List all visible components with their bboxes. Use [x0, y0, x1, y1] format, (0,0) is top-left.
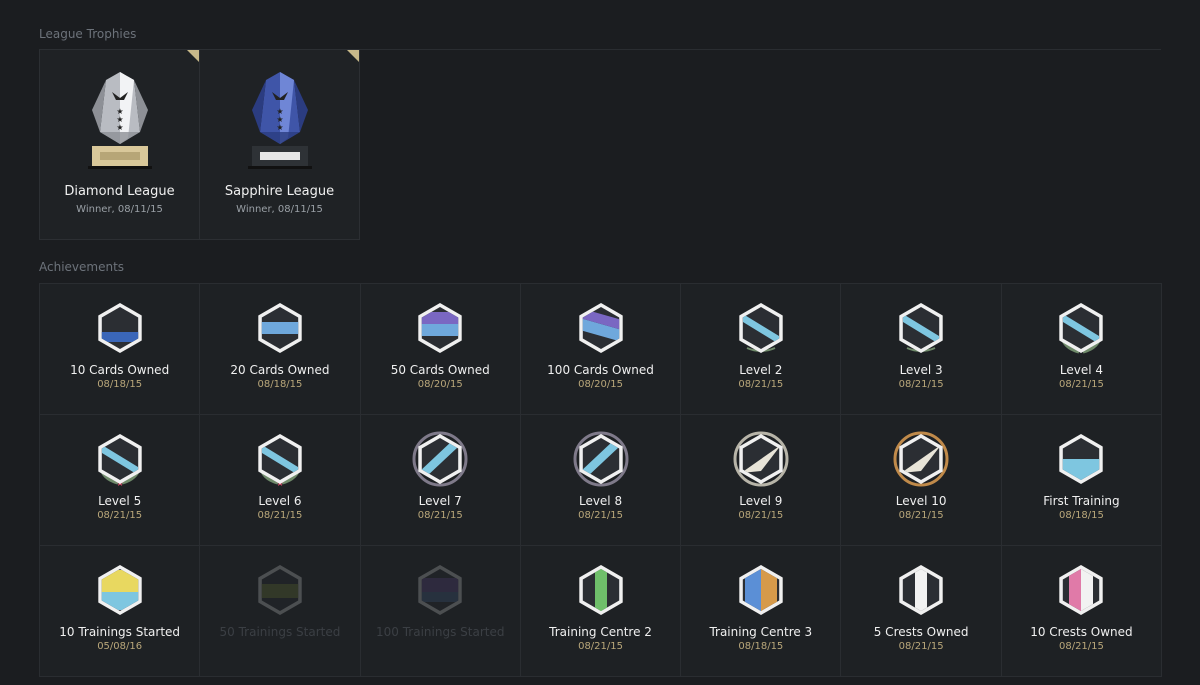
- level-shield-badge-icon: [361, 431, 520, 487]
- svg-text:★: ★: [116, 123, 123, 132]
- achievement-tile[interactable]: Level 2 08/21/15: [681, 284, 842, 415]
- achievement-tile[interactable]: Level 9 08/21/15: [681, 415, 842, 546]
- achievement-date: 08/21/15: [417, 510, 463, 521]
- achievement-tile[interactable]: Level 8 08/21/15: [520, 415, 682, 546]
- achievement-tile[interactable]: ★ Level 5 08/21/15: [40, 415, 201, 546]
- achievement-name: 100 Cards Owned: [547, 363, 654, 377]
- level-small-badge-icon: [841, 300, 1000, 356]
- achievement-date: 08/18/15: [97, 379, 143, 390]
- achievement-date: 05/08/16: [97, 641, 143, 652]
- crest-pink-badge-icon: [1002, 562, 1161, 618]
- new-corner-marker: [347, 50, 359, 62]
- achievement-tile[interactable]: 10 Trainings Started 05/08/16: [40, 546, 201, 677]
- achievement-date: 08/20/15: [417, 379, 463, 390]
- achievement-name: First Training: [1043, 494, 1120, 508]
- achievement-name: 5 Crests Owned: [873, 625, 969, 639]
- centre-green-badge-icon: [521, 562, 680, 618]
- achievement-name: Training Centre 3: [709, 625, 813, 639]
- achievement-tile[interactable]: Level 4 08/21/15: [1001, 284, 1163, 415]
- achievement-name: 100 Trainings Started: [376, 625, 505, 639]
- achievement-date: 08/21/15: [738, 379, 784, 390]
- achievements-grid: 10 Cards Owned 08/18/15 20 Cards Owned 0…: [39, 283, 1163, 677]
- trophy-list: ★ ★ ★ Diamond League Winner, 08/11/15 ★ …: [39, 49, 360, 240]
- achievement-tile[interactable]: 10 Cards Owned 08/18/15: [40, 284, 201, 415]
- cards-1-badge-icon: [40, 300, 199, 356]
- level-gold-badge-icon: [841, 431, 1000, 487]
- centre-blue-orange-badge-icon: [681, 562, 840, 618]
- achievement-date: 08/18/15: [1058, 510, 1104, 521]
- achievement-tile[interactable]: Level 3 08/21/15: [841, 284, 1002, 415]
- level-shield-badge-icon: [521, 431, 680, 487]
- achievement-date: 08/21/15: [1058, 379, 1104, 390]
- training-locked-b-badge-icon: [361, 562, 520, 618]
- achievement-date: 08/21/15: [898, 379, 944, 390]
- achievement-date: 08/21/15: [738, 510, 784, 521]
- achievement-date: 08/21/15: [898, 641, 944, 652]
- level-silver-badge-icon: [681, 431, 840, 487]
- achievement-date: 08/21/15: [1058, 641, 1104, 652]
- achievement-tile[interactable]: 100 Cards Owned 08/20/15: [520, 284, 682, 415]
- achievement-name: Level 5: [98, 494, 142, 508]
- new-corner-marker: [187, 50, 199, 62]
- achievement-name: Level 3: [899, 363, 943, 377]
- cards-4-badge-icon: [521, 300, 680, 356]
- profile-page: League Trophies ★ ★ ★ Diamond League Win…: [0, 0, 1200, 685]
- achievement-tile[interactable]: 50 Cards Owned 08/20/15: [360, 284, 521, 415]
- achievements-heading: Achievements: [39, 260, 125, 274]
- achievement-date: 08/21/15: [898, 510, 944, 521]
- level-wreath-star-badge-icon: ★: [40, 431, 199, 489]
- achievement-name: Level 6: [258, 494, 302, 508]
- diamond-trophy-icon: ★ ★ ★: [40, 70, 199, 172]
- achievement-name: Level 8: [578, 494, 623, 508]
- achievement-name: Level 2: [739, 363, 783, 377]
- achievement-date: 08/21/15: [257, 510, 303, 521]
- svg-text:★: ★: [276, 123, 283, 132]
- achievement-name: Level 9: [739, 494, 783, 508]
- achievement-tile[interactable]: Level 7 08/21/15: [360, 415, 521, 546]
- league-trophies-heading: League Trophies: [39, 27, 137, 41]
- achievement-date: 08/18/15: [738, 641, 784, 652]
- achievement-date: 08/20/15: [578, 379, 623, 390]
- achievement-name: Level 7: [418, 494, 462, 508]
- training-first-badge-icon: [1002, 431, 1161, 487]
- training-yellow-badge-icon: [40, 562, 199, 618]
- level-wreath-badge-icon: [1002, 300, 1161, 356]
- achievement-tile[interactable]: Level 10 08/21/15: [841, 415, 1002, 546]
- achievement-date: 08/18/15: [257, 379, 303, 390]
- achievement-date: 08/21/15: [578, 641, 623, 652]
- achievement-tile[interactable]: 5 Crests Owned 08/21/15: [841, 546, 1002, 677]
- achievement-name: Level 4: [1059, 363, 1103, 377]
- achievement-date: 08/21/15: [97, 510, 143, 521]
- level-wreath-star-badge-icon: ★: [200, 431, 359, 489]
- trophy-card[interactable]: ★ ★ ★ Diamond League Winner, 08/11/15: [39, 49, 200, 240]
- trophy-subtitle: Winner, 08/11/15: [76, 204, 163, 215]
- achievement-name: 50 Trainings Started: [219, 625, 341, 639]
- achievement-tile[interactable]: Training Centre 2 08/21/15: [520, 546, 682, 677]
- trophy-name: Sapphire League: [224, 184, 335, 199]
- achievement-tile[interactable]: 50 Trainings Started: [200, 546, 361, 677]
- achievement-tile[interactable]: First Training 08/18/15: [1001, 415, 1163, 546]
- training-locked-a-badge-icon: [200, 562, 359, 618]
- achievement-tile[interactable]: ★ Level 6 08/21/15: [200, 415, 361, 546]
- achievement-name: 10 Cards Owned: [70, 363, 170, 377]
- achievement-name: 20 Cards Owned: [230, 363, 330, 377]
- crest-white-badge-icon: [841, 562, 1000, 618]
- sapphire-trophy-icon: ★ ★ ★: [200, 70, 359, 172]
- trophy-card[interactable]: ★ ★ ★ Sapphire League Winner, 08/11/15: [199, 49, 360, 240]
- achievement-date: 08/21/15: [578, 510, 623, 521]
- cards-3-badge-icon: [361, 300, 520, 356]
- achievement-name: 10 Crests Owned: [1030, 625, 1133, 639]
- cards-2-badge-icon: [200, 300, 359, 356]
- trophy-name: Diamond League: [64, 184, 175, 199]
- level-small-badge-icon: [681, 300, 840, 356]
- achievement-tile[interactable]: Training Centre 3 08/18/15: [681, 546, 842, 677]
- achievement-name: 50 Cards Owned: [390, 363, 490, 377]
- achievement-tile[interactable]: 100 Trainings Started: [360, 546, 521, 677]
- trophy-subtitle: Winner, 08/11/15: [236, 204, 323, 215]
- achievement-tile[interactable]: 20 Cards Owned 08/18/15: [200, 284, 361, 415]
- achievement-name: Training Centre 2: [549, 625, 652, 639]
- achievement-name: 10 Trainings Started: [59, 625, 181, 639]
- achievement-tile[interactable]: 10 Crests Owned 08/21/15: [1001, 546, 1163, 677]
- achievement-name: Level 10: [895, 494, 947, 508]
